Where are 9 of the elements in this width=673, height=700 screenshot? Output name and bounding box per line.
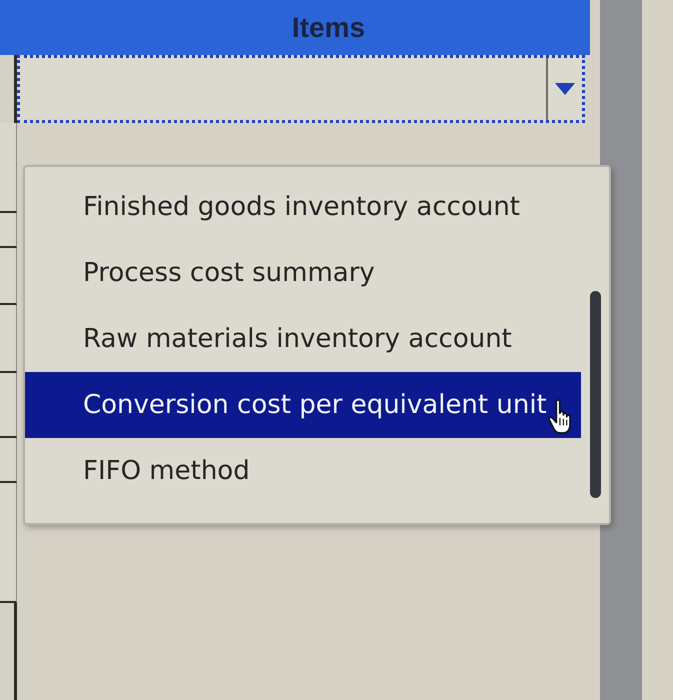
dropdown-option[interactable]: Finished goods inventory account <box>25 174 581 240</box>
dropdown-option[interactable]: Process cost summary <box>25 240 581 306</box>
dropdown-option[interactable]: Conversion cost per equivalent unit <box>25 372 581 438</box>
dropdown-option[interactable]: Raw materials inventory account <box>25 306 581 372</box>
dropdown-option[interactable]: FIFO method <box>25 438 581 504</box>
column-header-title: Items <box>292 12 366 44</box>
scrollbar-thumb[interactable] <box>590 291 600 498</box>
caret-down-icon <box>555 83 575 95</box>
dropdown-field[interactable] <box>17 55 585 123</box>
